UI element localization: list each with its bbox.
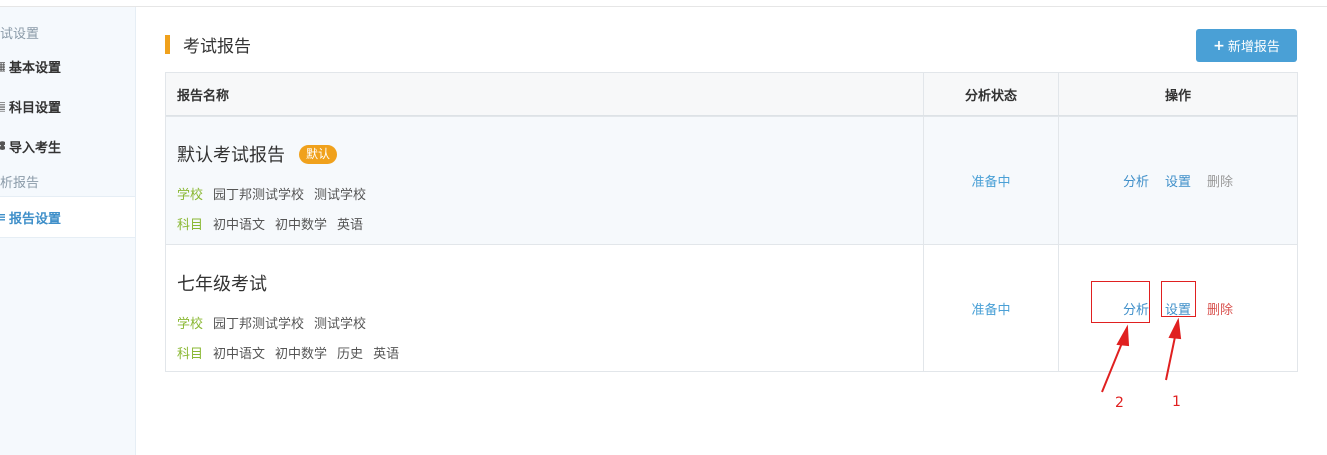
sliders-icon: ≡ <box>0 210 5 224</box>
table-row: 默认考试报告 默认 学校 园丁邦测试学校 测试学校 科目 初中语文 初中数学 英语 准备中… <box>166 116 1297 244</box>
subject-item: 初中语文 <box>213 218 266 233</box>
school-list: 学校 园丁邦测试学校 测试学校 <box>177 184 923 203</box>
arrow-line-2 <box>1101 337 1125 393</box>
school-item: 园丁邦测试学校 <box>213 188 305 203</box>
settings-link[interactable]: 设置 <box>1165 171 1191 190</box>
annotation-box-settings <box>1161 281 1196 317</box>
page-title-text: 考试报告 <box>183 36 251 57</box>
analyze-link[interactable]: 分析 <box>1123 171 1149 190</box>
sidebar-group-title-analysis-report: 析报告 <box>0 176 40 191</box>
plus-icon: + <box>1213 37 1225 54</box>
school-item: 园丁邦测试学校 <box>213 317 305 332</box>
arrow-line-1 <box>1165 331 1177 381</box>
report-name: 七年级考试 <box>177 274 267 295</box>
subject-label: 科目 <box>177 347 204 362</box>
status-cell: 准备中 <box>923 245 1058 371</box>
actions-cell: 分析 设置 删除 <box>1058 117 1297 244</box>
delete-link[interactable]: 删除 <box>1207 299 1233 318</box>
subject-label: 科目 <box>177 218 204 233</box>
subject-list: 科目 初中语文 初中数学 历史 英语 <box>177 343 923 362</box>
sidebar-item-label: 科目设置 <box>9 100 62 116</box>
report-name: 默认考试报告 <box>177 145 285 166</box>
school-item: 测试学校 <box>314 317 367 332</box>
sidebar: 试设置 ▦ 基本设置 ▤ 科目设置 ⚉ 导入考生 析报告 ≡ 报告设置 <box>0 7 136 455</box>
school-label: 学校 <box>177 188 204 203</box>
subject-item: 英语 <box>373 347 400 362</box>
default-badge: 默认 <box>299 144 338 164</box>
sidebar-item-label: 导入考生 <box>9 140 62 156</box>
top-divider <box>0 0 1327 7</box>
subject-item: 初中语文 <box>213 347 266 362</box>
subject-list: 科目 初中语文 初中数学 英语 <box>177 214 923 233</box>
subject-item: 英语 <box>337 218 364 233</box>
annotation-arrows <box>1101 318 1182 393</box>
annotation-number-2: 2 <box>1115 395 1124 411</box>
school-label: 学校 <box>177 317 204 332</box>
subject-item: 初中数学 <box>275 218 328 233</box>
header-actions: 操作 <box>1058 73 1297 115</box>
sidebar-item-label: 报告设置 <box>9 211 62 227</box>
school-list: 学校 园丁邦测试学校 测试学校 <box>177 313 923 332</box>
header-analysis-status: 分析状态 <box>923 73 1058 115</box>
report-info-cell: 默认考试报告 默认 学校 园丁邦测试学校 测试学校 科目 初中语文 初中数学 英语 <box>166 117 923 244</box>
subject-item: 初中数学 <box>275 347 328 362</box>
delete-link[interactable]: 删除 <box>1207 171 1233 190</box>
arrow-head-1 <box>1168 318 1182 340</box>
sidebar-item-import-students[interactable]: ⚉ 导入考生 <box>0 131 135 161</box>
book-icon: ▤ <box>0 99 5 113</box>
users-icon: ⚉ <box>0 139 5 153</box>
add-report-button[interactable]: + 新增报告 <box>1196 29 1297 62</box>
sidebar-item-label: 基本设置 <box>9 60 62 76</box>
sidebar-item-subject-settings[interactable]: ▤ 科目设置 <box>0 91 135 121</box>
annotation-box-analyze <box>1091 281 1150 323</box>
page-title: 考试报告 <box>165 33 251 57</box>
analysis-status: 准备中 <box>971 175 1011 190</box>
sidebar-group-title-exam-settings: 试设置 <box>0 27 40 42</box>
status-cell: 准备中 <box>923 117 1058 244</box>
sidebar-item-report-settings[interactable]: ≡ 报告设置 <box>0 196 135 238</box>
grid-icon: ▦ <box>0 59 5 73</box>
sidebar-item-basic-settings[interactable]: ▦ 基本设置 <box>0 51 135 81</box>
table-header: 报告名称 分析状态 操作 <box>166 73 1297 116</box>
report-info-cell: 七年级考试 学校 园丁邦测试学校 测试学校 科目 初中语文 初中数学 历史 英语 <box>166 245 923 371</box>
annotation-number-1: 1 <box>1172 394 1181 410</box>
add-report-label: 新增报告 <box>1227 40 1280 55</box>
title-accent-bar <box>165 34 170 54</box>
header-report-name: 报告名称 <box>177 88 230 104</box>
arrow-head-2 <box>1116 324 1130 347</box>
subject-item: 历史 <box>337 347 364 362</box>
analysis-status: 准备中 <box>971 302 1011 318</box>
school-item: 测试学校 <box>314 188 367 203</box>
